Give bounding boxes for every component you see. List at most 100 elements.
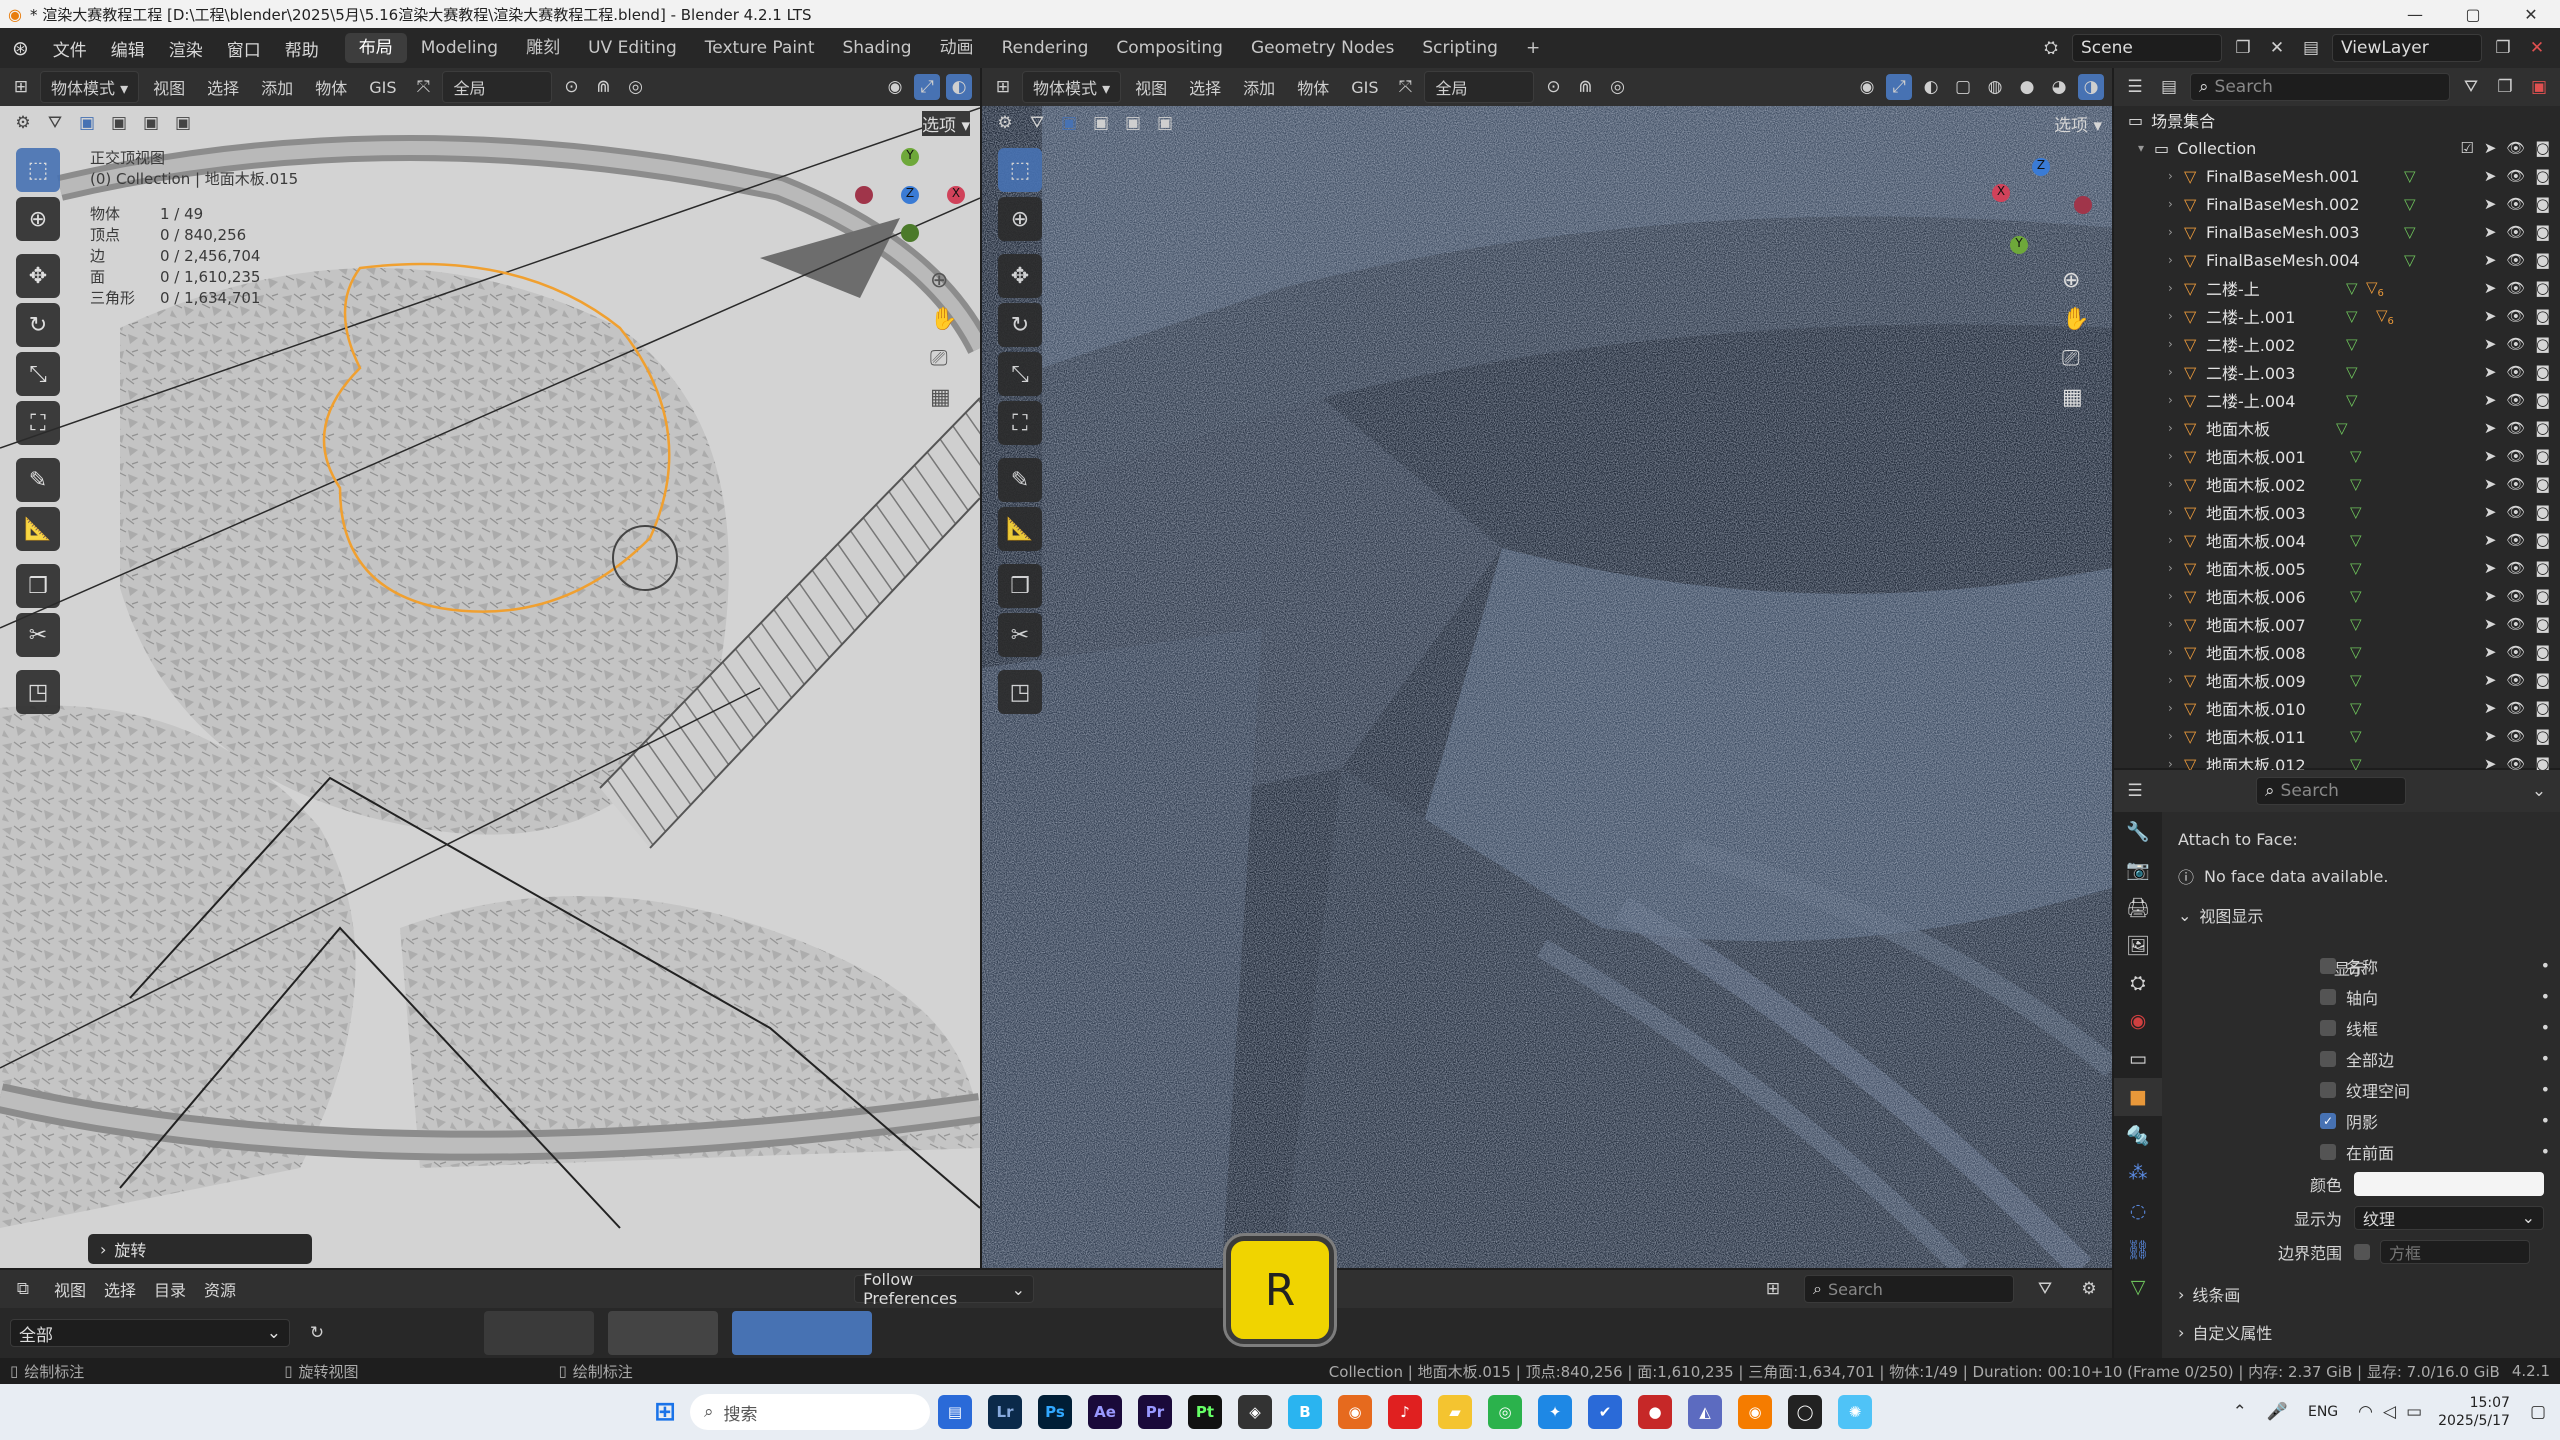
outliner-item[interactable]: › ▽ 地面木板 ▽ ➤ 👁 ◙ xyxy=(2114,414,2560,442)
extra-tool[interactable]: ◳ xyxy=(998,670,1042,714)
render-icon[interactable]: ◙ xyxy=(2535,559,2550,577)
expand-icon[interactable]: › xyxy=(2168,309,2184,323)
keyframe-dot-icon[interactable]: • xyxy=(2541,1080,2550,1099)
outliner-item[interactable]: › ▽ 二楼-上.003 ▽ ➤ 👁 ◙ xyxy=(2114,358,2560,386)
eye-icon[interactable]: 👁 xyxy=(2506,615,2525,633)
keyframe-dot-icon[interactable]: • xyxy=(2541,1049,2550,1068)
delete-icon[interactable]: ▣ xyxy=(2526,74,2552,100)
measure-tool[interactable]: 📐 xyxy=(16,507,60,551)
asset-search-input[interactable]: ⌕ Search xyxy=(1804,1275,2014,1303)
expand-icon[interactable]: › xyxy=(2168,505,2184,519)
menu-window[interactable]: 窗口 xyxy=(215,36,273,61)
gizmo-icon[interactable]: ⤢ xyxy=(914,74,940,100)
expand-icon[interactable]: › xyxy=(2168,561,2184,575)
tab-modeling[interactable]: Modeling xyxy=(407,33,512,63)
outliner-collection[interactable]: ▾ ▭ Collection ☑ ➤ 👁 ◙ xyxy=(2114,134,2560,162)
eye-icon[interactable]: 👁 xyxy=(2506,475,2525,493)
refresh-icon[interactable]: ↻ xyxy=(304,1320,330,1346)
transform-tool[interactable]: ⛶ xyxy=(998,401,1042,445)
render-icon[interactable]: ◙ xyxy=(2535,335,2550,353)
mesh-data-icon[interactable]: ▽ xyxy=(2350,727,2362,745)
expand-icon[interactable]: › xyxy=(2168,281,2184,295)
color-swatch[interactable] xyxy=(2354,1171,2544,1196)
menu-view[interactable]: 视图 xyxy=(145,72,193,102)
navigation-gizmo[interactable]: Z Y X xyxy=(1992,158,2092,258)
pan-hand-icon[interactable]: ✋ xyxy=(930,307,957,332)
checkbox[interactable] xyxy=(2320,957,2336,974)
keyframe-dot-icon[interactable]: • xyxy=(2541,1142,2550,1161)
menu-object[interactable]: 物体 xyxy=(1289,72,1337,102)
outliner-item[interactable]: › ▽ FinalBaseMesh.002 ▽ ➤ 👁 ◙ xyxy=(2114,190,2560,218)
xray-icon[interactable]: ▢ xyxy=(1950,74,1976,100)
import-method-dropdown[interactable]: Follow Preferences ⌄ xyxy=(854,1270,1035,1308)
wifi-icon[interactable]: ◠ xyxy=(2358,1402,2373,1422)
display-option-row[interactable]: 名称 • xyxy=(2320,950,2550,981)
annotate-tool[interactable]: ✎ xyxy=(998,458,1042,502)
checkbox[interactable] xyxy=(2320,1050,2336,1067)
notification-icon[interactable]: ▢ xyxy=(2530,1402,2546,1422)
mesh-data-icon[interactable]: ▽ xyxy=(2350,671,2362,689)
expand-icon[interactable]: › xyxy=(2168,645,2184,659)
tab-sculpt[interactable]: 雕刻 xyxy=(512,33,574,63)
gizmo-z-axis[interactable]: Z xyxy=(901,186,919,204)
menu-gis[interactable]: GIS xyxy=(361,75,404,100)
add-cube-tool[interactable]: ❒ xyxy=(998,564,1042,608)
annotate-tool[interactable]: ✎ xyxy=(16,458,60,502)
mesh-data-icon[interactable]: ▽ xyxy=(2350,559,2362,577)
outliner-item[interactable]: › ▽ FinalBaseMesh.004 ▽ ➤ 👁 ◙ xyxy=(2114,246,2560,274)
eye-icon[interactable]: 👁 xyxy=(2506,335,2525,353)
rendered-shading-icon[interactable]: ◑ xyxy=(2078,74,2104,100)
tab-compositing[interactable]: Compositing xyxy=(1102,33,1237,63)
eye-icon[interactable]: 👁 xyxy=(2506,363,2525,381)
select-box-tool[interactable]: ⬚ xyxy=(16,148,60,192)
mesh-data-icon[interactable]: ▽ xyxy=(2350,587,2362,605)
mesh-data-icon[interactable]: ▽ xyxy=(2346,335,2358,353)
tab-animation[interactable]: 动画 xyxy=(926,33,988,63)
measure-tool[interactable]: 📐 xyxy=(998,507,1042,551)
view-layer-icon[interactable]: ▤ xyxy=(2298,35,2324,61)
windows-start-icon[interactable]: ⊞ xyxy=(648,1395,682,1429)
display-option-row[interactable]: 全部边 • xyxy=(2320,1043,2550,1074)
select-subtract-icon[interactable]: ▣ xyxy=(1120,110,1146,136)
render-icon[interactable]: ◙ xyxy=(2535,643,2550,661)
lightroom-icon[interactable]: Lr xyxy=(988,1395,1022,1429)
render-icon[interactable]: ◙ xyxy=(2535,419,2550,437)
display-settings-icon[interactable]: ⊞ xyxy=(1760,1276,1786,1302)
select-icon[interactable]: ➤ xyxy=(2484,139,2497,157)
editor-type-icon[interactable]: ☰ xyxy=(2122,778,2148,804)
menu-object[interactable]: 物体 xyxy=(307,72,355,102)
edit-tool[interactable]: ✂ xyxy=(998,613,1042,657)
select-icon[interactable]: ➤ xyxy=(2484,223,2497,241)
outliner-scene-collection[interactable]: ▭ 场景集合 xyxy=(2114,106,2560,134)
orientation-dropdown[interactable]: 全局 xyxy=(1424,71,1535,103)
filter-icon[interactable]: ⛛ xyxy=(2458,74,2484,100)
options-dropdown[interactable]: 选项 ▾ xyxy=(2054,111,2102,136)
select-box-mode-icon[interactable]: ▣ xyxy=(1056,110,1082,136)
new-view-layer-icon[interactable]: ❐ xyxy=(2490,35,2516,61)
app-orb-icon[interactable]: ✺ xyxy=(1838,1395,1872,1429)
select-icon[interactable]: ➤ xyxy=(2484,671,2497,689)
mesh-data-icon[interactable]: ▽ xyxy=(2350,615,2362,633)
mode-dropdown[interactable]: 物体模式 ▾ xyxy=(40,71,140,103)
app-b-icon[interactable]: B xyxy=(1288,1395,1322,1429)
display-as-dropdown[interactable]: 纹理 ⌄ xyxy=(2354,1205,2544,1230)
keyframe-dot-icon[interactable]: • xyxy=(2541,1018,2550,1037)
outliner-item[interactable]: › ▽ 地面木板.001 ▽ ➤ 👁 ◙ xyxy=(2114,442,2560,470)
render-icon[interactable]: ◙ xyxy=(2535,167,2550,185)
expand-icon[interactable]: › xyxy=(2168,253,2184,267)
select-icon[interactable]: ➤ xyxy=(2484,727,2497,745)
select-icon[interactable]: ➤ xyxy=(2484,391,2497,409)
tab-texture-paint[interactable]: Texture Paint xyxy=(691,33,829,63)
render-icon[interactable]: ◙ xyxy=(2535,699,2550,717)
mesh-data-icon[interactable]: ▽ xyxy=(2346,307,2358,325)
menu-view[interactable]: 视图 xyxy=(1127,72,1175,102)
file-explorer-icon[interactable]: ▰ xyxy=(1438,1395,1472,1429)
select-icon[interactable]: ➤ xyxy=(2484,699,2497,717)
expand-icon[interactable]: › xyxy=(2168,337,2184,351)
mesh-data-icon[interactable]: ▽ xyxy=(2350,503,2362,521)
davinci-icon[interactable]: ◈ xyxy=(1238,1395,1272,1429)
app-star-icon[interactable]: ✦ xyxy=(1538,1395,1572,1429)
render-icon[interactable]: ◙ xyxy=(2535,251,2550,269)
expand-icon[interactable]: › xyxy=(2168,169,2184,183)
minimize-button[interactable]: — xyxy=(2386,5,2444,24)
